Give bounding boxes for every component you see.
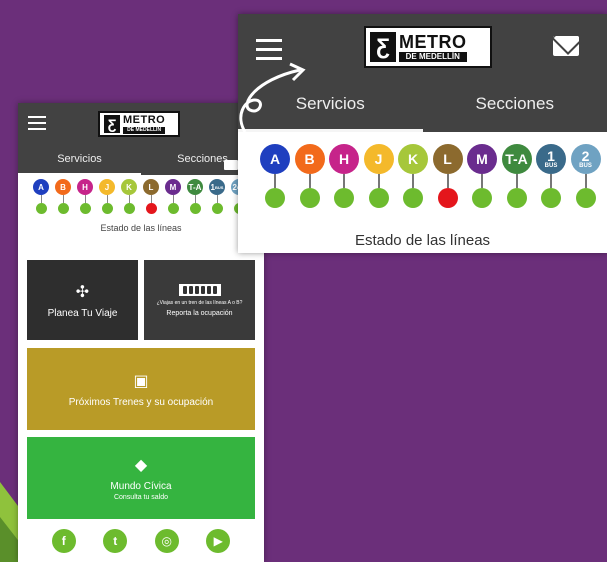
- line-badge: M: [467, 144, 497, 174]
- train-icon: ▣: [133, 372, 149, 390]
- line-status-dot: [211, 203, 223, 214]
- mail-icon[interactable]: [224, 160, 238, 170]
- line-1-status[interactable]: 1 BUS: [209, 179, 225, 214]
- line-badge: 1 BUS: [536, 144, 566, 174]
- logo-subtitle: DE MEDELLÍN: [123, 126, 166, 134]
- line-k-status[interactable]: K: [398, 144, 428, 208]
- line-badge: L: [432, 144, 463, 174]
- tab-secciones[interactable]: Secciones: [423, 80, 607, 132]
- line-status-dot: [35, 203, 47, 214]
- line-t-a-status[interactable]: T-A: [187, 179, 203, 214]
- next-trains-card[interactable]: ▣ Próximos Trenes y su ocupación: [27, 348, 255, 430]
- line-k-status[interactable]: K: [121, 179, 137, 214]
- report-occupancy-card[interactable]: ¿Viajas en un tren de las líneas A o B? …: [144, 260, 255, 340]
- mail-icon[interactable]: [553, 36, 579, 56]
- line-status-dot: [57, 203, 69, 214]
- line-badge: A: [33, 179, 49, 195]
- line-2-status[interactable]: 2BUS: [570, 144, 601, 208]
- hamburger-menu-icon[interactable]: [28, 116, 46, 134]
- line-badge: K: [121, 179, 137, 195]
- line-h-status[interactable]: H: [77, 179, 93, 214]
- line-badge: L: [143, 179, 159, 195]
- line-b-status[interactable]: B: [294, 144, 325, 208]
- line-l-status[interactable]: L: [432, 144, 463, 208]
- line-1-status[interactable]: 1 BUS: [536, 144, 566, 208]
- line-status-dot: [145, 203, 157, 214]
- instagram-icon[interactable]: ◎: [154, 529, 179, 553]
- line-b-status[interactable]: B: [55, 179, 71, 214]
- line-badge: T-A: [501, 144, 532, 174]
- facebook-icon[interactable]: f: [51, 529, 76, 553]
- line-status-dot: [541, 188, 561, 208]
- line-status-dot: [472, 188, 492, 208]
- line-status-dot: [575, 188, 596, 208]
- lines-status-row: ABHJKLMT-A1BUS2BUS: [18, 175, 264, 223]
- curved-arrow-icon: [239, 62, 306, 133]
- line-t-a-status[interactable]: T-A: [501, 144, 532, 208]
- tab-bar: Servicios Secciones: [18, 145, 264, 175]
- line-j-status[interactable]: J: [99, 179, 115, 214]
- tab-servicios[interactable]: Servicios: [18, 145, 141, 175]
- phone-screen: Ƹ METRO DE MEDELLÍN Servicios Secciones …: [18, 103, 264, 562]
- twitter-icon[interactable]: t: [103, 529, 128, 553]
- civica-title: Mundo Cívica: [110, 481, 172, 492]
- report-label: Reporta la ocupación: [166, 309, 233, 317]
- line-badge: B: [294, 144, 325, 174]
- line-status-dot: [167, 203, 179, 214]
- line-status-dot: [299, 188, 320, 208]
- line-badge: H: [77, 179, 93, 195]
- line-a-status[interactable]: A: [260, 144, 290, 208]
- zoom-lines-status-title: Estado de las líneas: [354, 232, 491, 249]
- social-links: f t ◎ ▶: [18, 529, 264, 553]
- line-badge: K: [398, 144, 428, 174]
- logo-title: METRO: [399, 31, 467, 52]
- line-status-dot: [265, 188, 285, 208]
- youtube-icon[interactable]: ▶: [206, 529, 231, 553]
- line-status-dot: [506, 188, 527, 208]
- metro-logo: Ƹ METRO DE MEDELLÍN: [98, 111, 180, 137]
- line-status-dot: [79, 203, 91, 214]
- line-status-dot: [368, 188, 389, 208]
- line-badge: H: [329, 144, 359, 174]
- line-j-status[interactable]: J: [363, 144, 394, 208]
- card-diamond-icon: ◆: [134, 457, 148, 474]
- line-badge: 1 BUS: [209, 179, 225, 195]
- report-question: ¿Viajas en un tren de las líneas A o B?: [156, 299, 243, 306]
- line-status-dot: [437, 188, 458, 208]
- line-m-status[interactable]: M: [467, 144, 497, 208]
- logo-subtitle: DE MEDELLÍN: [399, 51, 467, 62]
- line-m-status[interactable]: M: [165, 179, 181, 214]
- line-badge: 2BUS: [570, 144, 601, 174]
- lines-status-title: Estado de las líneas: [100, 223, 182, 233]
- line-h-status[interactable]: H: [329, 144, 359, 208]
- line-badge: A: [260, 144, 290, 174]
- line-status-dot: [403, 188, 423, 208]
- line-status-dot: [123, 203, 135, 214]
- train-occupancy-icon: [178, 283, 221, 296]
- line-badge: M: [165, 179, 181, 195]
- line-a-status[interactable]: A: [33, 179, 49, 214]
- plan-trip-label: Planea Tu Viaje: [47, 307, 118, 319]
- line-badge: T-A: [187, 179, 203, 195]
- logo-title: METRO: [123, 113, 166, 126]
- line-status-dot: [189, 203, 201, 214]
- line-status-dot: [334, 188, 354, 208]
- metro-logo: Ƹ METRO DE MEDELLÍN: [364, 26, 492, 68]
- zoom-lines-status-row: A B H J K L M T-A 1 BUS 2 BUS: [238, 132, 607, 232]
- plan-trip-card[interactable]: ✣ Planea Tu Viaje: [27, 260, 138, 340]
- metro-logo-mark-icon: Ƹ: [370, 32, 396, 62]
- next-trains-label: Próximos Trenes y su ocupación: [68, 396, 214, 408]
- line-badge: B: [55, 179, 71, 195]
- metro-logo-mark-icon: Ƹ: [104, 115, 120, 133]
- civica-subtitle: Consulta tu saldo: [113, 494, 169, 501]
- line-badge: J: [99, 179, 115, 195]
- line-status-dot: [101, 203, 113, 214]
- mundo-civica-card[interactable]: ◆ Mundo Cívica Consulta tu saldo: [27, 437, 255, 519]
- line-l-status[interactable]: L: [143, 179, 159, 214]
- line-badge: J: [363, 144, 394, 174]
- network-icon: ✣: [75, 283, 90, 301]
